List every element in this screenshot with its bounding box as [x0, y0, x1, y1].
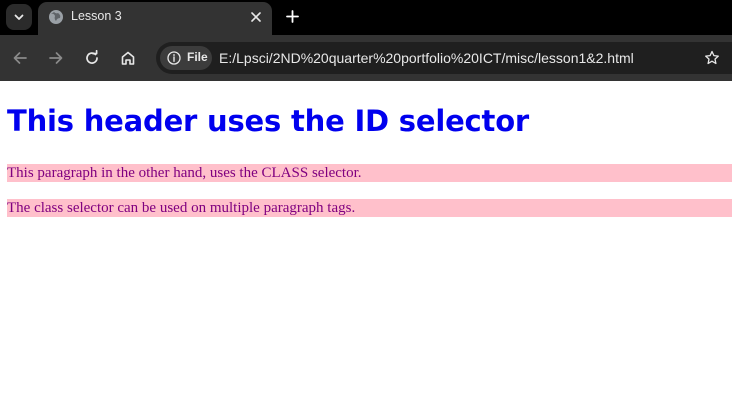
chevron-down-icon: [14, 14, 24, 20]
class-paragraph-1: This paragraph in the other hand, uses t…: [7, 164, 732, 182]
home-icon: [121, 51, 135, 65]
active-tab[interactable]: Lesson 3: [38, 2, 272, 35]
forward-arrow-icon: [49, 52, 63, 64]
back-button[interactable]: [8, 46, 32, 70]
tab-title: Lesson 3: [71, 9, 122, 23]
browser-toolbar: File E:/Lpsci/2ND%20quarter%20portfolio%…: [0, 35, 732, 81]
tab-search-button[interactable]: [6, 4, 32, 30]
page-heading: This header uses the ID selector: [7, 104, 530, 138]
tab-strip: Lesson 3: [0, 0, 732, 35]
info-icon: [167, 51, 181, 65]
close-icon: [251, 12, 261, 22]
url-text[interactable]: E:/Lpsci/2ND%20quarter%20portfolio%20ICT…: [219, 50, 634, 66]
globe-icon: [49, 10, 63, 24]
back-arrow-icon: [13, 52, 27, 64]
reload-icon: [86, 50, 98, 64]
class-paragraph-2: The class selector can be used on multip…: [7, 199, 732, 217]
new-tab-button[interactable]: [280, 4, 304, 28]
bookmark-button[interactable]: [702, 48, 722, 68]
tab-close-button[interactable]: [246, 7, 266, 27]
address-bar[interactable]: File E:/Lpsci/2ND%20quarter%20portfolio%…: [156, 42, 732, 74]
home-button[interactable]: [116, 46, 140, 70]
page-content: This header uses the ID selector This pa…: [0, 81, 732, 418]
site-chip-label: File: [187, 50, 208, 64]
plus-icon: [285, 9, 299, 23]
site-info-chip[interactable]: File: [160, 46, 212, 70]
reload-button[interactable]: [80, 46, 104, 70]
star-icon: [705, 50, 719, 65]
forward-button[interactable]: [44, 46, 68, 70]
